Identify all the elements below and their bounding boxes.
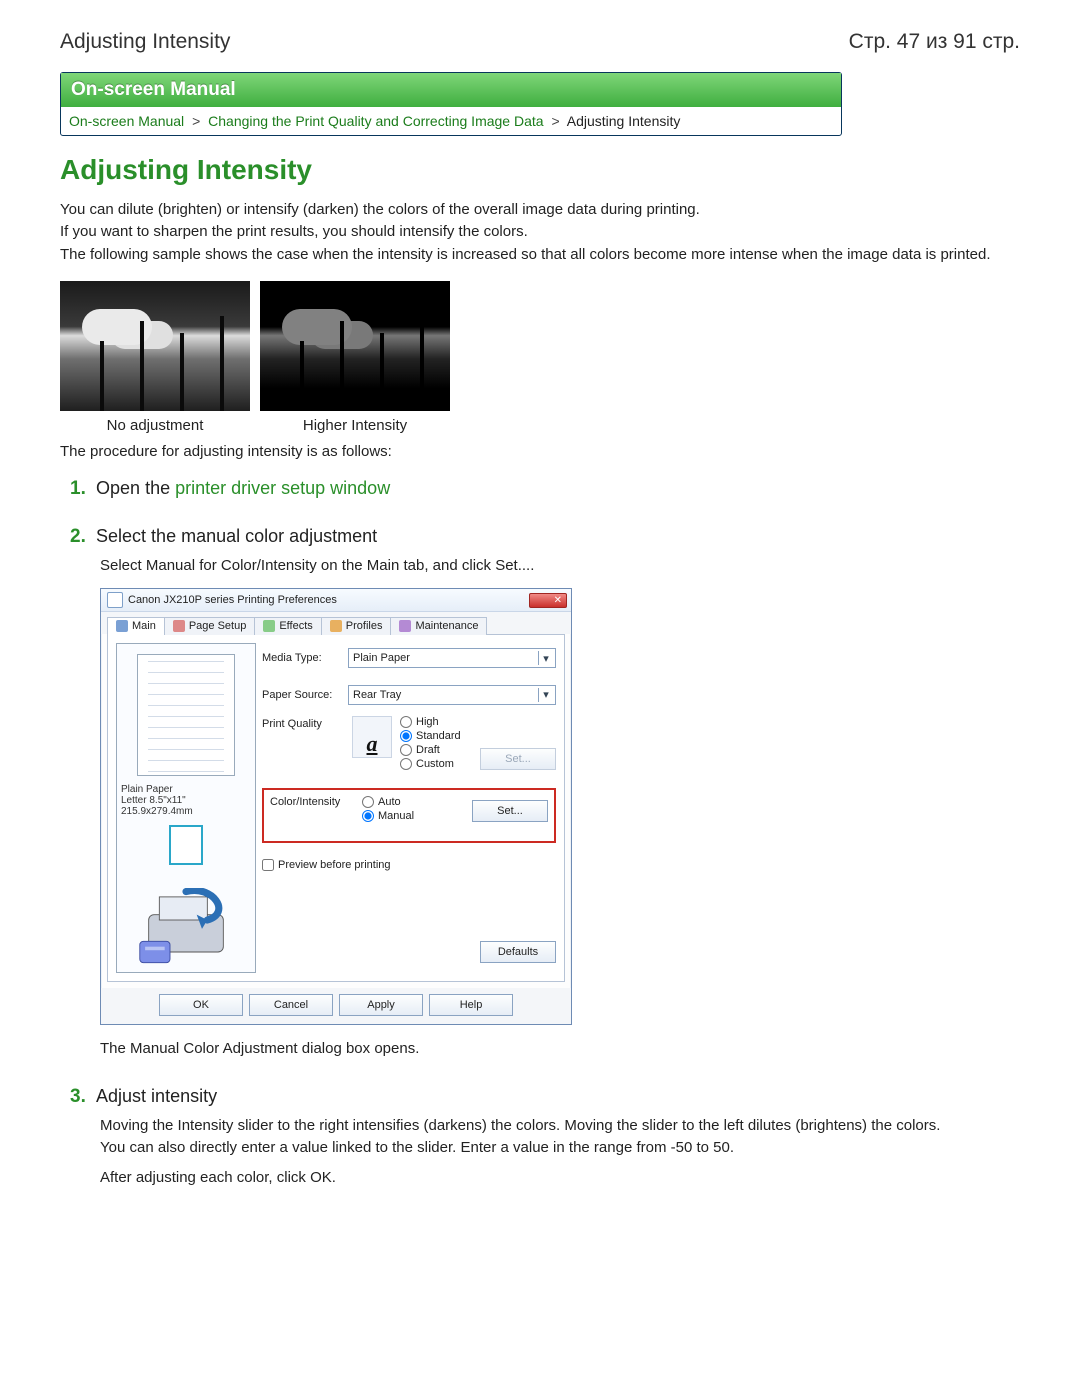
preview-before-printing-checkbox[interactable]: Preview before printing (262, 859, 391, 871)
chevron-down-icon: ▾ (538, 688, 553, 702)
quality-draft-radio[interactable]: Draft (400, 744, 461, 756)
media-type-label: Media Type: (262, 652, 340, 664)
color-intensity-label: Color/Intensity (270, 796, 348, 808)
defaults-button[interactable]: Defaults (480, 941, 556, 963)
step3-title: Adjust intensity (96, 1086, 217, 1106)
step3-line: You can also directly enter a value link… (100, 1138, 1020, 1158)
breadcrumb-parent[interactable]: Changing the Print Quality and Correctin… (208, 113, 543, 129)
tab-main[interactable]: Main (107, 617, 165, 635)
tray-icon (169, 825, 203, 865)
step1-prefix: Open the (96, 478, 175, 498)
sample-higher-intensity: Higher Intensity (260, 281, 450, 434)
print-quality-label: Print Quality (262, 716, 340, 730)
quality-set-button[interactable]: Set... (480, 748, 556, 770)
ok-button[interactable]: OK (159, 994, 243, 1016)
breadcrumb-sep: > (188, 113, 204, 129)
quality-custom-radio[interactable]: Custom (400, 758, 461, 770)
intro-line: If you want to sharpen the print results… (60, 222, 1020, 242)
step2-after: The Manual Color Adjustment dialog box o… (100, 1039, 1020, 1059)
tab-effects[interactable]: Effects (254, 617, 321, 635)
tab-maintenance[interactable]: Maintenance (390, 617, 487, 635)
dialog-title: Canon JX210P series Printing Preferences (128, 594, 337, 606)
select-value: Plain Paper (353, 652, 410, 664)
paper-source-select[interactable]: Rear Tray ▾ (348, 685, 556, 705)
chevron-down-icon: ▾ (538, 651, 553, 665)
color-manual-radio[interactable]: Manual (362, 810, 414, 822)
breadcrumb-sep: > (547, 113, 563, 129)
print-preferences-dialog: Canon JX210P series Printing Preferences… (100, 588, 572, 1025)
page-title: Adjusting Intensity (60, 154, 1020, 186)
step3-line: Moving the Intensity slider to the right… (100, 1116, 1020, 1136)
breadcrumb-here: Adjusting Intensity (567, 113, 681, 129)
checkbox-label: Preview before printing (278, 859, 391, 871)
help-button[interactable]: Help (429, 994, 513, 1016)
close-icon[interactable]: ✕ (529, 593, 567, 608)
printer-icon (131, 888, 241, 968)
quality-icon: a (352, 716, 392, 758)
tab-label: Maintenance (415, 620, 478, 632)
radio-label: High (416, 716, 439, 728)
sample-caption: Higher Intensity (260, 417, 450, 434)
paper-source-label: Paper Source: (262, 689, 340, 701)
step3-line: After adjusting each color, click OK. (100, 1168, 1020, 1188)
apply-button[interactable]: Apply (339, 994, 423, 1016)
quality-standard-radio[interactable]: Standard (400, 730, 461, 742)
color-set-button[interactable]: Set... (472, 800, 548, 822)
tab-label: Page Setup (189, 620, 247, 632)
tab-label: Effects (279, 620, 312, 632)
step2-desc: Select Manual for Color/Intensity on the… (100, 556, 1020, 576)
color-intensity-group: Color/Intensity Auto Manual Set... (262, 788, 556, 842)
tab-label: Profiles (346, 620, 383, 632)
step-number: 1. (70, 478, 86, 500)
color-auto-radio[interactable]: Auto (362, 796, 414, 808)
quality-high-radio[interactable]: High (400, 716, 461, 728)
breadcrumb: On-screen Manual > Changing the Print Qu… (61, 107, 841, 135)
radio-label: Standard (416, 730, 461, 742)
tab-page-setup[interactable]: Page Setup (164, 617, 256, 635)
manual-banner: On-screen Manual (61, 73, 841, 107)
select-value: Rear Tray (353, 689, 401, 701)
radio-label: Manual (378, 810, 414, 822)
page-title-top: Adjusting Intensity (60, 30, 230, 54)
intro-line: The following sample shows the case when… (60, 245, 1020, 265)
sample-caption: No adjustment (60, 417, 250, 434)
print-preview-pane: Plain Paper Letter 8.5"x11" 215.9x279.4m… (116, 643, 256, 973)
step-number: 2. (70, 526, 86, 548)
step-number: 3. (70, 1086, 86, 1108)
cancel-button[interactable]: Cancel (249, 994, 333, 1016)
media-type-select[interactable]: Plain Paper ▾ (348, 648, 556, 668)
app-icon (107, 592, 123, 608)
intro-line: You can dilute (brighten) or intensify (… (60, 200, 1020, 220)
printer-driver-link[interactable]: printer driver setup window (175, 478, 390, 498)
page-counter: Стр. 47 из 91 стр. (849, 30, 1020, 54)
radio-label: Auto (378, 796, 401, 808)
sample-no-adjust: No adjustment (60, 281, 250, 434)
tab-profiles[interactable]: Profiles (321, 617, 392, 635)
breadcrumb-root[interactable]: On-screen Manual (69, 113, 184, 129)
tab-label: Main (132, 620, 156, 632)
preview-info: Letter 8.5"x11" 215.9x279.4mm (121, 795, 251, 817)
radio-label: Custom (416, 758, 454, 770)
preview-info: Plain Paper (121, 784, 173, 795)
step2-title: Select the manual color adjustment (96, 526, 377, 546)
radio-label: Draft (416, 744, 440, 756)
procedure-line: The procedure for adjusting intensity is… (60, 442, 1020, 462)
